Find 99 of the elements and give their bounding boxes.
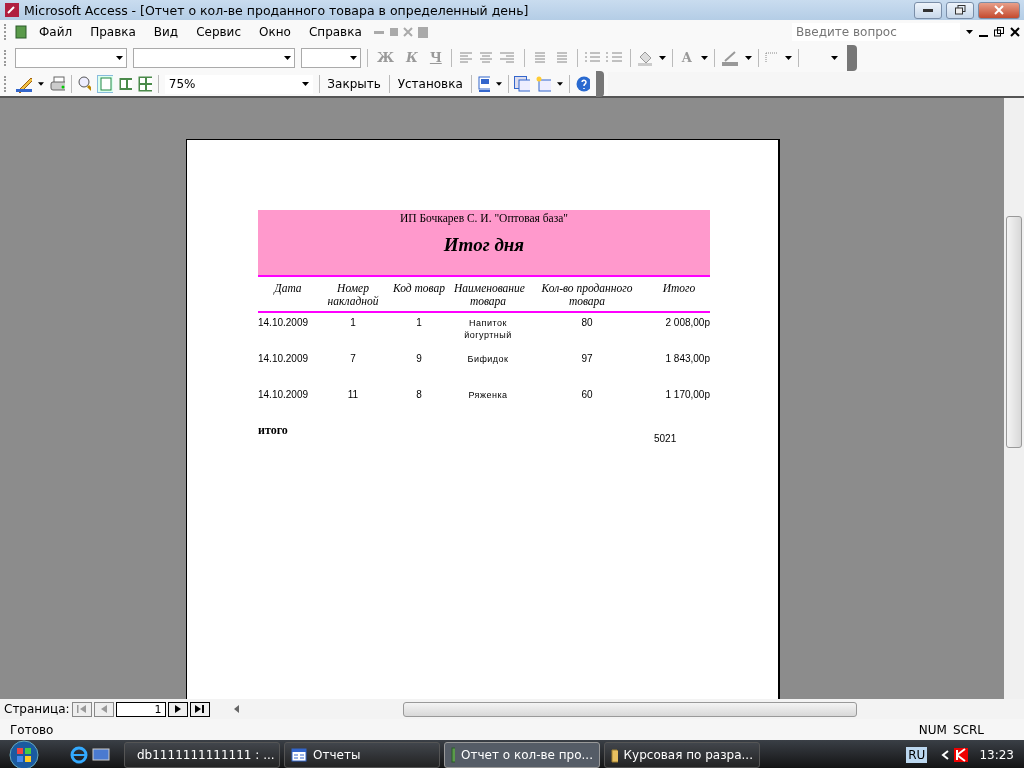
dropdown-arrow-icon[interactable] [744,55,752,60]
report-title: Итог дня [443,234,525,256]
folder-icon [611,747,618,763]
total-label: итого [258,422,289,439]
minimize-icon [923,8,933,12]
dropdown-arrow-icon[interactable] [557,82,564,86]
dropdown-arrow-icon[interactable] [301,82,309,86]
taskbar-button[interactable]: db1111111111111 : ... [124,742,280,768]
taskbar-button[interactable]: Отчеты [284,742,440,768]
chevron-icon[interactable] [941,750,950,760]
table-cell-text: Бифидок [466,353,510,366]
pencil-ruler-icon[interactable] [14,75,32,93]
table-cell-text: 14.10.2009 [258,352,310,366]
dropdown-arrow-icon[interactable] [495,82,502,86]
previous-page-icon [100,705,107,713]
taskbar-button[interactable]: Отчет о кол-ве про... [444,742,600,768]
form-icon [291,748,307,762]
two-pages-icon[interactable] [118,76,133,92]
help-icon[interactable] [575,76,590,92]
toolbar-options-button[interactable] [595,71,605,97]
company-name: ИП Бочкарев С. И. "Оптовая база" [399,212,569,224]
first-page-button[interactable] [71,701,92,717]
table-cell-text: 60 [580,388,594,402]
table-cell-text: 1 843,00р [664,352,710,366]
dropdown-arrow-icon[interactable] [37,82,44,86]
menu-item[interactable]: Справка [302,24,368,39]
toolbar-button[interactable]: Закрыть [325,77,383,91]
language-indicator[interactable]: RU [906,747,928,763]
previous-page-button[interactable] [93,701,114,717]
toolbar-options-button[interactable] [846,44,857,71]
magnifier-icon[interactable] [77,76,92,92]
column-header: Наименование товара [453,281,526,310]
table-cell-text: 2 008,00р [664,316,710,330]
browser-icon[interactable] [70,746,88,764]
column-header: Кол-во проданного товара [540,281,634,310]
menu-item[interactable]: Окно [253,24,297,39]
first-page-icon [77,705,87,713]
dropdown-arrow-icon[interactable] [350,55,357,60]
dropdown-arrow-icon[interactable] [658,55,666,60]
table-cell-text: 11 [346,388,360,402]
fill-bucket-icon[interactable] [636,49,653,66]
brush-icon[interactable] [720,49,739,66]
window-title: Microsoft Access - [Отчет о кол-ве проданного товара в определенный день] [24,2,530,18]
table-cell-text: 14.10.2009 [258,316,310,330]
next-page-icon [174,705,181,713]
restore-button[interactable] [946,1,974,19]
restore-icon [954,5,966,15]
column-header: Код товар [392,281,446,297]
table-cell-text: Напиток йогуртный [463,317,513,342]
dropdown-arrow-icon[interactable] [830,55,838,60]
table-cell-text: Ряженка [467,389,509,402]
table-cell-text: 9 [415,352,423,366]
table-cell-text: 1 [415,316,423,330]
table-cell-text: 97 [580,352,594,366]
database-window-icon[interactable] [514,76,530,92]
minimize-button[interactable] [914,1,942,19]
menu-item[interactable]: Файл [33,24,79,39]
toolbar-button[interactable]: Установка [395,77,465,91]
status-indicator: NUM [918,722,947,737]
dropdown-arrow-icon[interactable] [116,55,123,60]
zoom-combo[interactable]: 75% [164,74,313,94]
menu-item[interactable]: Правка [84,24,142,39]
scroll-left-icon[interactable] [233,705,239,713]
last-page-icon [195,705,205,713]
close-icon[interactable] [1010,26,1020,37]
status-text: Готово [10,722,54,737]
table-cell-text: 8 [415,388,423,402]
restore-icon[interactable] [994,26,1004,37]
dropdown-arrow-icon[interactable] [284,55,291,60]
last-page-button[interactable] [189,701,210,717]
next-page-button[interactable] [167,701,188,717]
dropdown-arrow-icon[interactable] [784,55,792,60]
close-icon [994,5,1004,15]
multiple-pages-icon[interactable] [138,76,152,92]
vertical-scrollbar[interactable] [1004,98,1024,699]
table-cell-text: 1 [349,316,357,330]
clock: 13:23 [979,748,1014,762]
word-icon[interactable] [477,76,490,92]
status-indicator: SCRL [952,722,984,737]
table-cell-text: 1 170,00р [664,388,710,402]
question-field[interactable]: Введите вопрос [792,22,960,41]
column-header: Дата [272,281,303,297]
printer-icon[interactable] [49,76,65,92]
shield-icon[interactable] [953,747,970,763]
menu-item[interactable]: Сервис [190,24,247,39]
column-header: Итого [661,281,697,296]
column-header: Номер накладной [326,281,380,309]
table-cell-text: 14.10.2009 [258,388,310,402]
close-button[interactable] [978,1,1020,19]
page-label: Страница: [4,702,70,716]
desktop-icon[interactable] [92,747,110,763]
taskbar-button[interactable]: Курсовая по разра... [604,742,760,768]
dropdown-arrow-icon[interactable] [966,29,973,34]
page-number-field[interactable]: 1 [115,701,166,717]
menu-item[interactable]: Вид [147,24,185,39]
table-cell-text: 80 [580,316,594,330]
dropdown-arrow-icon[interactable] [700,55,708,60]
table-cell-text: 7 [349,352,357,366]
total-value: 5021 [653,432,678,444]
